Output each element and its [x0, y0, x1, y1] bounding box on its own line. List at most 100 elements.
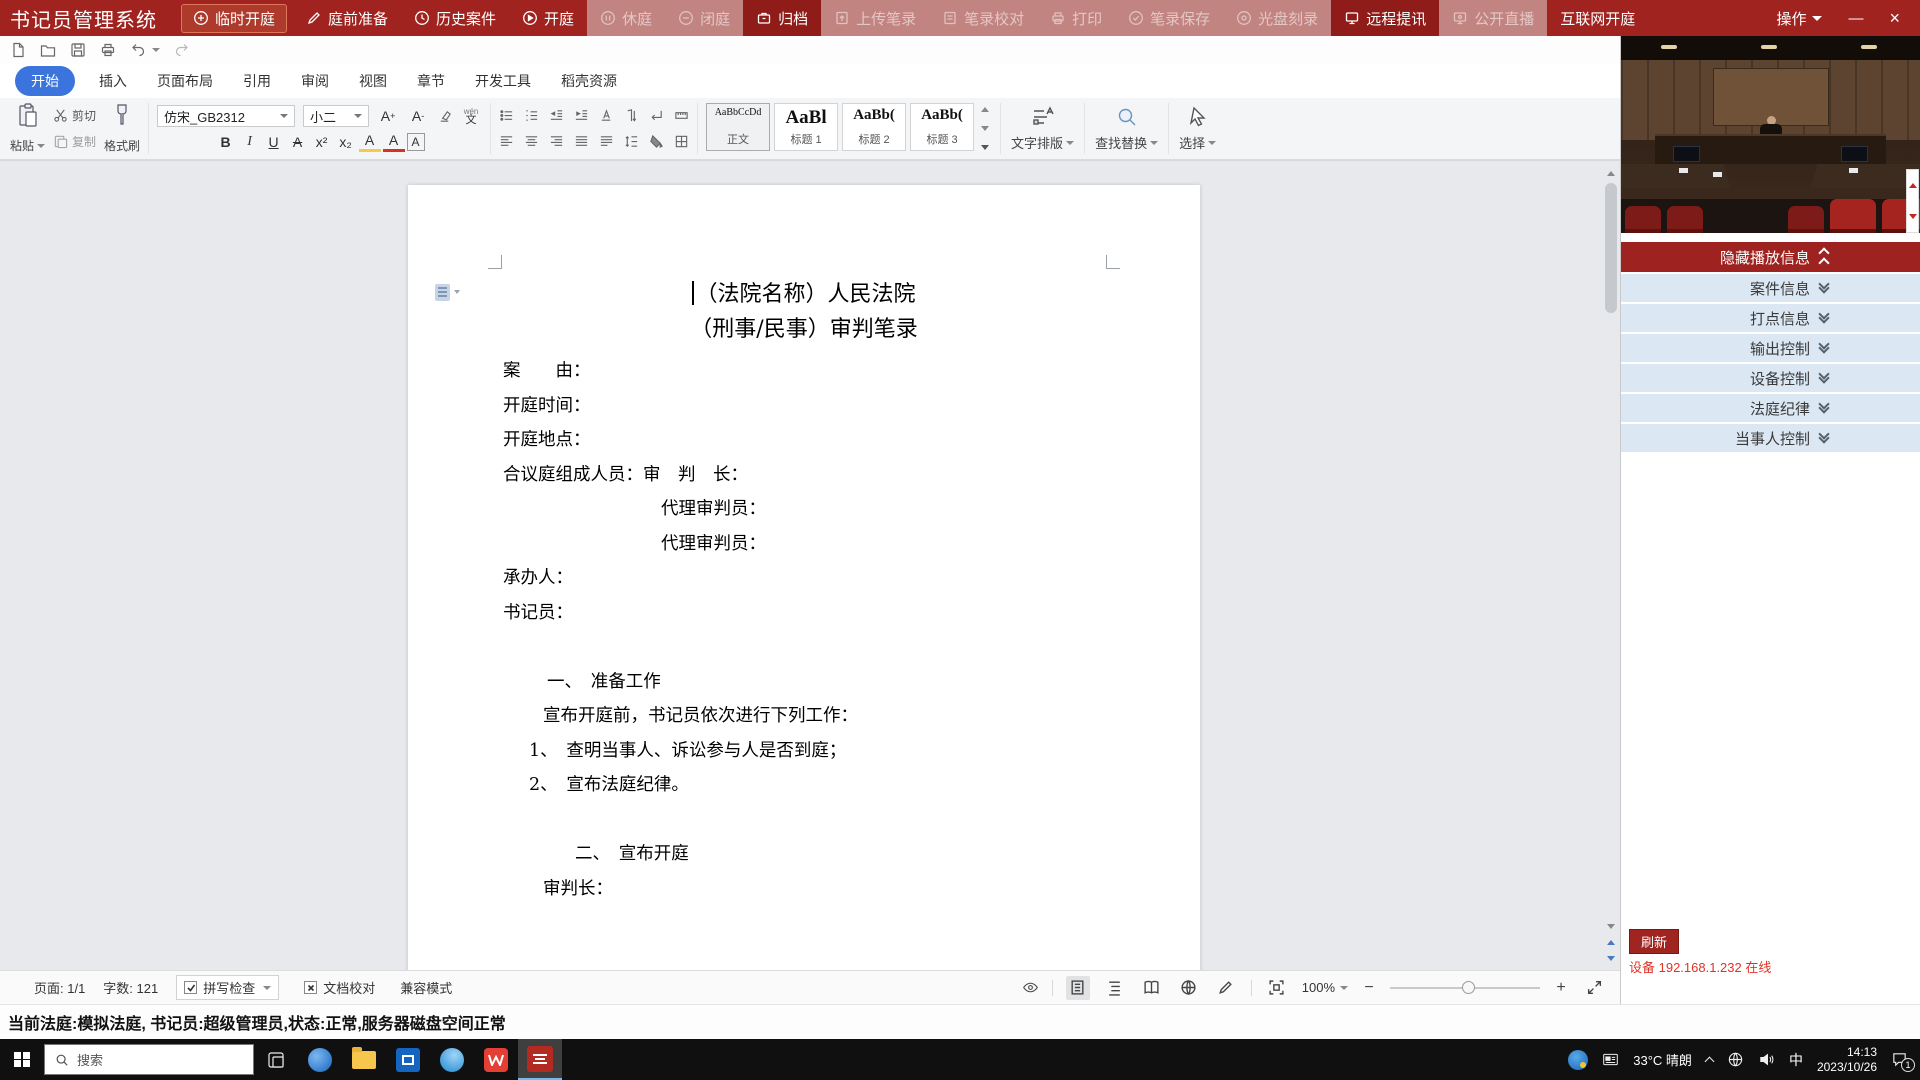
doc-line[interactable]: 合议庭组成人员：审 判 长：: [408, 458, 1200, 493]
proofread-button[interactable]: 文档校对: [297, 976, 382, 999]
document-body[interactable]: 案 由： 开庭时间： 开庭地点： 合议庭组成人员：审 判 长： 代理审判员： 代…: [408, 354, 1200, 906]
topbar-button-remote-arraignment[interactable]: 远程提讯: [1331, 0, 1439, 36]
doc-line[interactable]: 代理审判员：: [408, 492, 1200, 527]
hide-playback-info-button[interactable]: 隐藏播放信息: [1621, 242, 1920, 272]
document-page[interactable]: （法院名称）人民法院 （刑事/民事）审判笔录 案 由： 开庭时间： 开庭地点： …: [408, 185, 1200, 970]
doc-line[interactable]: 开庭地点：: [408, 423, 1200, 458]
redo-icon[interactable]: [174, 42, 190, 58]
italic-button[interactable]: I: [239, 132, 261, 152]
find-replace-tool[interactable]: 查找替换: [1085, 103, 1169, 154]
font-size-select[interactable]: 小二: [303, 105, 369, 127]
increase-indent-icon[interactable]: [574, 108, 589, 123]
superscript-button[interactable]: x²: [311, 132, 333, 152]
doc-line[interactable]: 书记员：: [408, 596, 1200, 631]
distribute-icon[interactable]: [599, 134, 614, 149]
doc-line-blank[interactable]: [408, 630, 1200, 665]
formatting-marks-icon[interactable]: [649, 108, 664, 123]
word-count[interactable]: 字数: 121: [103, 978, 158, 997]
tab-page-layout[interactable]: 页面布局: [157, 71, 213, 91]
topbar-button-internet-court[interactable]: 互联网开庭: [1547, 0, 1648, 36]
doc-line[interactable]: 1、 查明当事人、诉讼参与人是否到庭；: [408, 734, 1200, 769]
align-left-icon[interactable]: [499, 134, 514, 149]
previous-page-button[interactable]: [1604, 934, 1618, 950]
tab-dev-tools[interactable]: 开发工具: [475, 71, 531, 91]
accordion-case-info[interactable]: 案件信息: [1621, 274, 1920, 302]
accordion-court-discipline[interactable]: 法庭纪律: [1621, 394, 1920, 422]
undo-dropdown-caret[interactable]: [152, 48, 160, 52]
notification-center-button[interactable]: 1: [1891, 1051, 1908, 1068]
styles-scroll-down-icon[interactable]: [981, 126, 989, 131]
doc-line[interactable]: 宣布开庭前，书记员依次进行下列工作：: [408, 699, 1200, 734]
taskbar-search-box[interactable]: 搜索: [44, 1044, 254, 1075]
scrollbar-thumb[interactable]: [1605, 183, 1617, 313]
vertical-scrollbar[interactable]: [1604, 165, 1618, 966]
accordion-party-control[interactable]: 当事人控制: [1621, 424, 1920, 452]
zoom-slider[interactable]: [1390, 987, 1540, 989]
clock[interactable]: 14:13 2023/10/26: [1817, 1045, 1877, 1075]
shading-icon[interactable]: [649, 134, 664, 149]
topbar-button-pretrial-prep[interactable]: 庭前准备: [293, 0, 401, 36]
outline-view-button[interactable]: [1103, 976, 1127, 1000]
doc-line[interactable]: 一、 准备工作: [408, 665, 1200, 700]
zoom-caret[interactable]: [1340, 986, 1348, 990]
tab-ruler-icon[interactable]: [674, 108, 689, 123]
news-weather-icon[interactable]: [1602, 1051, 1619, 1068]
style-heading1[interactable]: AaBl 标题 1: [774, 103, 838, 151]
bullet-list-icon[interactable]: [499, 108, 514, 123]
tab-section[interactable]: 章节: [417, 71, 445, 91]
phonetic-guide-button[interactable]: wén 文: [460, 106, 482, 126]
copy-button[interactable]: 复制: [53, 133, 96, 150]
tab-docer-resources[interactable]: 稻壳资源: [561, 71, 617, 91]
paragraph-options-icon[interactable]: [435, 284, 450, 301]
ink-tool-button[interactable]: [1214, 976, 1238, 1000]
text-layout-tool[interactable]: 文字排版: [1001, 103, 1085, 154]
save-icon[interactable]: [70, 42, 86, 58]
tab-insert[interactable]: 插入: [99, 71, 127, 91]
scroll-up-button[interactable]: [1604, 165, 1618, 181]
doc-line[interactable]: 承办人：: [408, 561, 1200, 596]
doc-line[interactable]: 代理审判员：: [408, 527, 1200, 562]
taskbar-app-blue[interactable]: [386, 1039, 430, 1080]
windows-start-button[interactable]: [0, 1039, 44, 1080]
doc-line[interactable]: 案 由：: [408, 354, 1200, 389]
grow-font-button[interactable]: A+: [377, 106, 399, 126]
tab-review[interactable]: 审阅: [301, 71, 329, 91]
open-folder-icon[interactable]: [40, 42, 56, 58]
web-layout-button[interactable]: [1177, 976, 1201, 1000]
next-page-button[interactable]: [1604, 950, 1618, 966]
font-color-button[interactable]: A: [383, 132, 405, 152]
refresh-button[interactable]: 刷新: [1629, 929, 1679, 954]
clear-format-icon[interactable]: [437, 109, 452, 124]
fullscreen-button[interactable]: [1582, 976, 1606, 1000]
doc-line[interactable]: 开庭时间：: [408, 389, 1200, 424]
video-list-scrollbar[interactable]: [1906, 169, 1919, 233]
new-document-icon[interactable]: [10, 42, 26, 58]
zoom-out-button[interactable]: −: [1361, 979, 1377, 997]
video-scroll-up-icon[interactable]: [1909, 183, 1917, 188]
decrease-indent-icon[interactable]: [549, 108, 564, 123]
tab-home[interactable]: 开始: [15, 66, 75, 96]
doc-line[interactable]: 审判长：: [408, 872, 1200, 907]
tab-references[interactable]: 引用: [243, 71, 271, 91]
text-direction-icon[interactable]: [599, 108, 614, 123]
line-spacing-icon[interactable]: [624, 134, 639, 149]
ime-indicator[interactable]: 中: [1789, 1050, 1803, 1070]
styles-scroll-up-icon[interactable]: [981, 107, 989, 112]
document-title[interactable]: （法院名称）人民法院 （刑事/民事）审判笔录: [408, 185, 1200, 347]
select-tool[interactable]: 选择: [1169, 103, 1226, 154]
subscript-button[interactable]: x₂: [335, 132, 357, 152]
read-mode-button[interactable]: [1140, 976, 1164, 1000]
doc-line[interactable]: 二、 宣布开庭: [408, 837, 1200, 872]
strikethrough-button[interactable]: A: [287, 132, 309, 152]
print-icon[interactable]: [100, 42, 116, 58]
topbar-button-temp-session[interactable]: 临时开庭: [181, 4, 287, 33]
eye-protect-icon[interactable]: [1022, 979, 1039, 996]
undo-icon[interactable]: [130, 42, 146, 58]
task-view-button[interactable]: [254, 1039, 298, 1080]
paste-button[interactable]: 粘贴: [10, 103, 45, 154]
borders-icon[interactable]: [674, 134, 689, 149]
taskbar-app-circle[interactable]: [430, 1039, 474, 1080]
topbar-button-history-cases[interactable]: 历史案件: [401, 0, 509, 36]
zoom-in-button[interactable]: +: [1553, 979, 1569, 997]
window-close-button[interactable]: ×: [1889, 8, 1900, 29]
